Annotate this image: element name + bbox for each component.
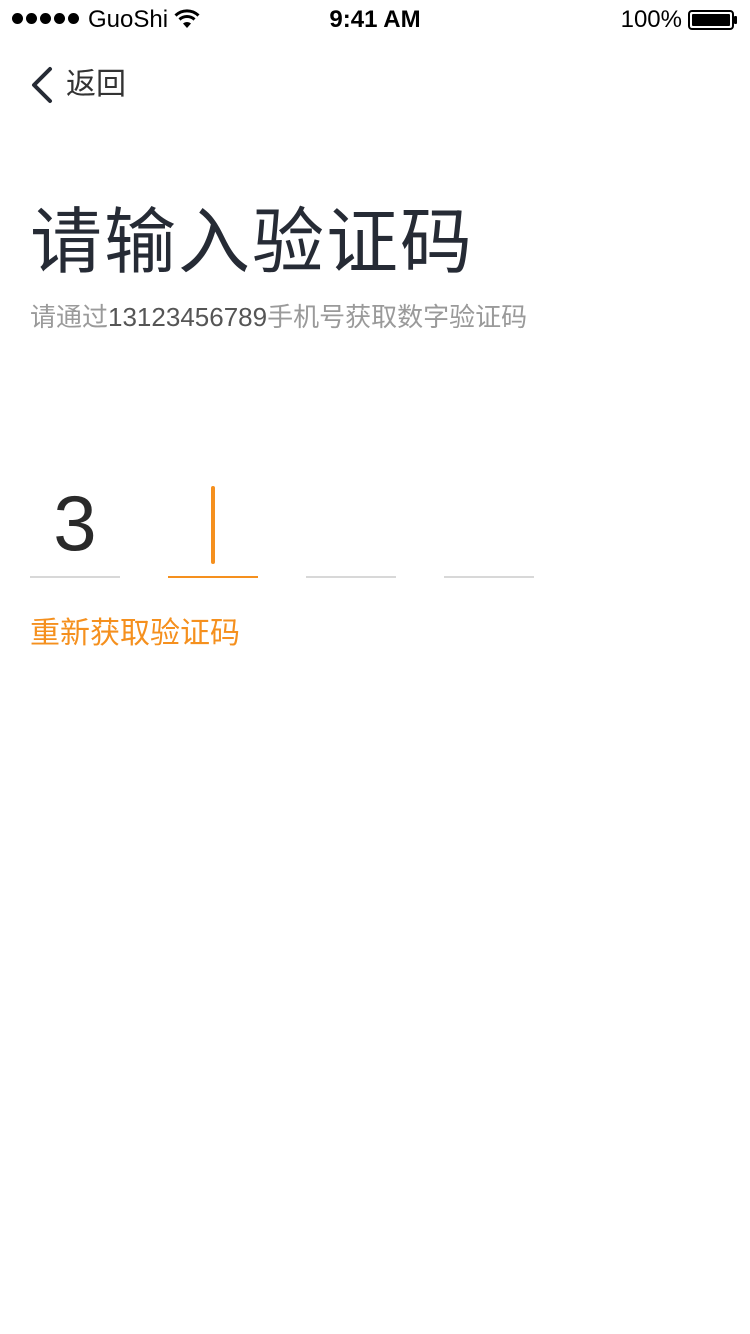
page-title: 请输入验证码 xyxy=(30,203,475,283)
back-label: 返回 xyxy=(66,68,126,101)
code-digit-2[interactable] xyxy=(168,470,258,578)
code-digit-3[interactable] xyxy=(306,470,396,578)
chevron-left-icon xyxy=(32,67,52,103)
battery-percent: 100% xyxy=(620,6,682,33)
phone-number: 13123456789 xyxy=(108,302,268,332)
code-digit-1[interactable]: 3 xyxy=(30,470,120,578)
battery-icon xyxy=(688,10,737,30)
resend-code-link[interactable]: 重新获取验证码 xyxy=(30,612,240,656)
verification-screen: GuoShi 9:41 AM 100% 返回 请输入验证码 请通过1312345… xyxy=(0,0,750,1334)
status-bar: GuoShi 9:41 AM 100% xyxy=(0,0,750,40)
subtitle-prefix: 请通过 xyxy=(30,302,109,332)
text-caret xyxy=(211,486,215,564)
code-input-row: 3 xyxy=(30,470,534,578)
back-button[interactable]: 返回 xyxy=(28,64,126,106)
subtitle-suffix: 手机号获取数字验证码 xyxy=(267,302,528,332)
code-digit-value: 3 xyxy=(53,479,97,567)
code-digit-4[interactable] xyxy=(444,470,534,578)
page-subtitle: 请通过13123456789手机号获取数字验证码 xyxy=(30,298,527,336)
